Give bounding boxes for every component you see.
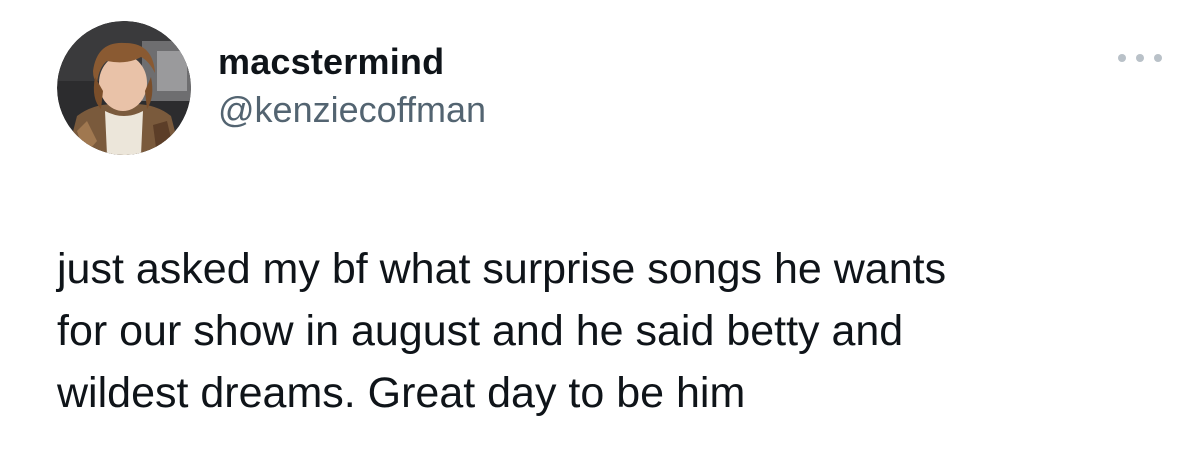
avatar[interactable] bbox=[57, 21, 191, 155]
tweet-text: just asked my bf what surprise songs he … bbox=[57, 245, 947, 417]
tweet: macstermind @kenziecoffman just asked my… bbox=[0, 0, 1200, 472]
more-horizontal-icon[interactable] bbox=[1118, 46, 1162, 70]
tweet-header: macstermind @kenziecoffman bbox=[57, 20, 486, 156]
more-dot bbox=[1118, 54, 1126, 62]
more-dot bbox=[1154, 54, 1162, 62]
author-display-name[interactable]: macstermind bbox=[218, 40, 486, 84]
avatar-image bbox=[57, 21, 191, 155]
author-names: macstermind @kenziecoffman bbox=[218, 40, 486, 132]
more-dot bbox=[1136, 54, 1144, 62]
author-handle[interactable]: @kenziecoffman bbox=[218, 88, 486, 132]
